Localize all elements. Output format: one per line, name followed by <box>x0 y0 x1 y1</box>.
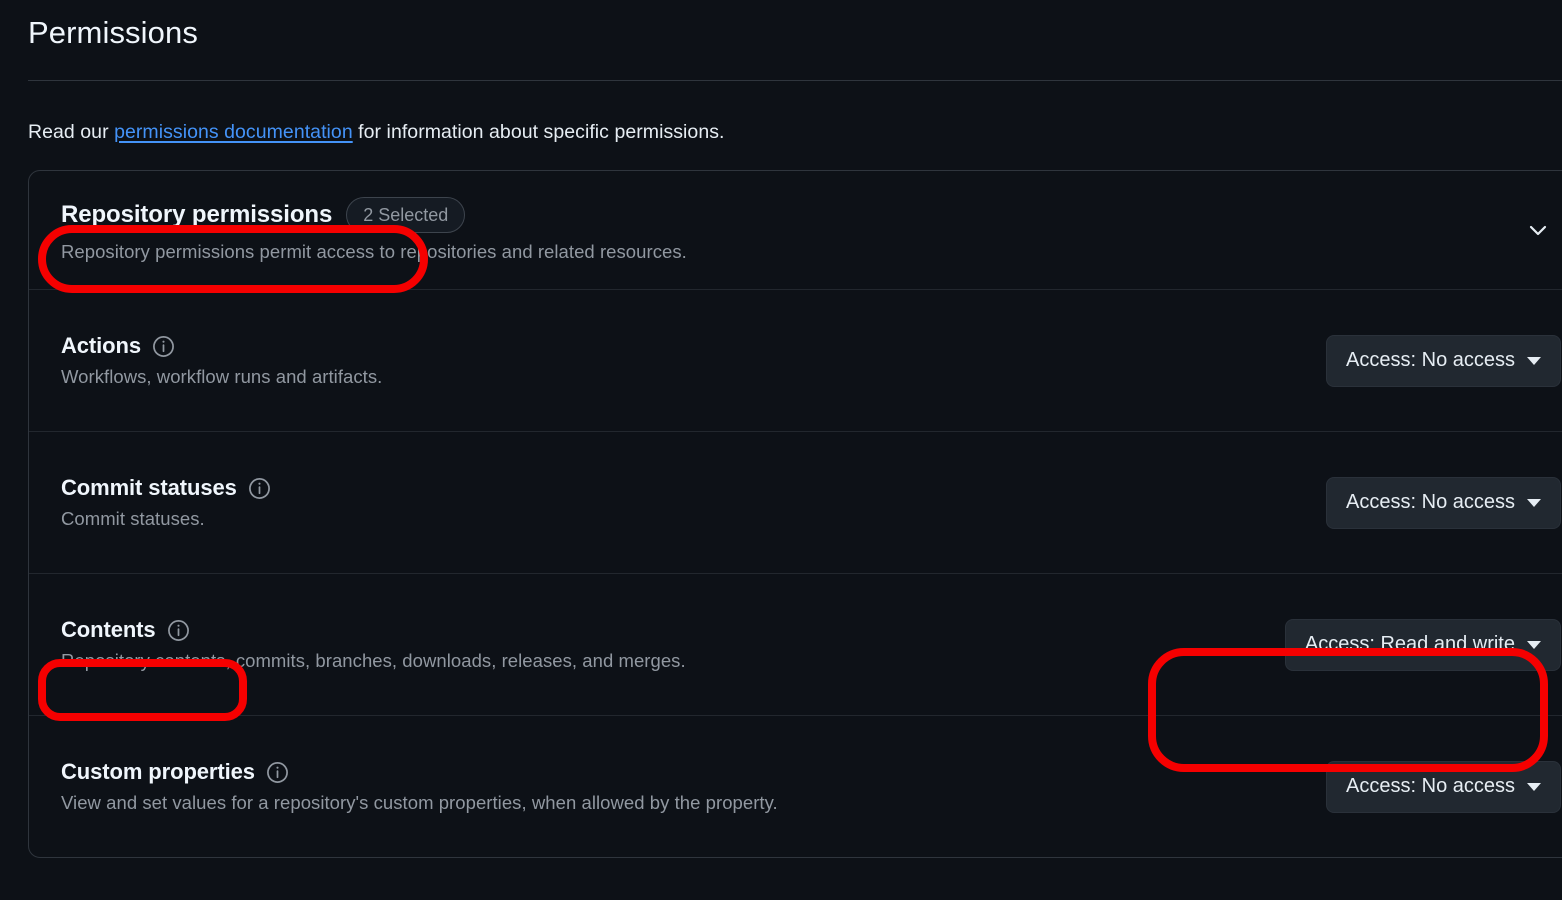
caret-down-icon <box>1527 498 1541 507</box>
permission-description: Commit statuses. <box>61 508 205 530</box>
permission-info: Actions Workflows, workflow runs and art… <box>61 333 1326 388</box>
permission-name: Actions <box>61 333 141 359</box>
access-dropdown-custom-properties[interactable]: Access: No access <box>1326 760 1561 813</box>
permission-description: Workflows, workflow runs and artifacts. <box>61 366 383 388</box>
permission-name-row: Contents <box>61 617 1285 643</box>
caret-down-icon <box>1527 782 1541 791</box>
selected-count-badge: 2 Selected <box>346 197 466 234</box>
title-divider <box>28 80 1562 82</box>
permissions-page: Permissions Read our permissions documen… <box>0 0 1562 900</box>
permissions-documentation-link[interactable]: permissions documentation <box>114 121 353 143</box>
permission-info: Custom properties View and set values fo… <box>61 759 1326 814</box>
permission-name-row: Commit statuses <box>61 475 1326 501</box>
repository-permissions-card: Repository permissions 2 Selected Reposi… <box>28 170 1562 859</box>
permission-row-custom-properties: Custom properties View and set values fo… <box>29 715 1562 857</box>
intro-prefix: Read our <box>28 121 115 144</box>
info-icon[interactable] <box>266 760 290 784</box>
permission-description: View and set values for a repository's c… <box>61 792 778 814</box>
access-label: Access: No access <box>1346 775 1515 798</box>
permission-row-commit-statuses: Commit statuses Commit statuses. Access:… <box>29 431 1562 573</box>
group-title: Repository permissions <box>61 201 333 229</box>
access-dropdown-actions[interactable]: Access: No access <box>1326 334 1561 387</box>
intro-text: Read our permissions documentation for i… <box>28 119 1562 146</box>
permission-description: Repository contents, commits, branches, … <box>61 650 686 672</box>
permission-name: Commit statuses <box>61 475 237 501</box>
repository-permissions-header[interactable]: Repository permissions 2 Selected Reposi… <box>29 171 1562 289</box>
permission-name-row: Actions <box>61 333 1326 359</box>
page-title: Permissions <box>28 15 198 50</box>
intro-suffix: for information about specific permissio… <box>352 121 725 144</box>
access-dropdown-contents[interactable]: Access: Read and write <box>1284 618 1561 671</box>
permission-name: Custom properties <box>61 759 255 785</box>
permission-info: Contents Repository contents, commits, b… <box>61 617 1285 672</box>
info-icon[interactable] <box>167 618 191 642</box>
info-icon[interactable] <box>248 476 272 500</box>
group-title-row: Repository permissions 2 Selected <box>61 197 1561 234</box>
caret-down-icon <box>1527 640 1541 649</box>
group-description: Repository permissions permit access to … <box>61 241 687 263</box>
collapse-toggle-button[interactable] <box>1521 213 1555 247</box>
permission-row-actions: Actions Workflows, workflow runs and art… <box>29 289 1562 431</box>
access-label: Access: No access <box>1346 349 1515 372</box>
chevron-down-icon <box>1526 218 1550 242</box>
caret-down-icon <box>1527 356 1541 365</box>
access-label: Access: Read and write <box>1304 633 1515 656</box>
permission-name: Contents <box>61 617 156 643</box>
permission-info: Commit statuses Commit statuses. <box>61 475 1326 530</box>
access-label: Access: No access <box>1346 491 1515 514</box>
permission-row-contents: Contents Repository contents, commits, b… <box>29 573 1562 715</box>
access-dropdown-commit-statuses[interactable]: Access: No access <box>1326 476 1561 529</box>
info-icon[interactable] <box>152 334 176 358</box>
permission-name-row: Custom properties <box>61 759 1326 785</box>
